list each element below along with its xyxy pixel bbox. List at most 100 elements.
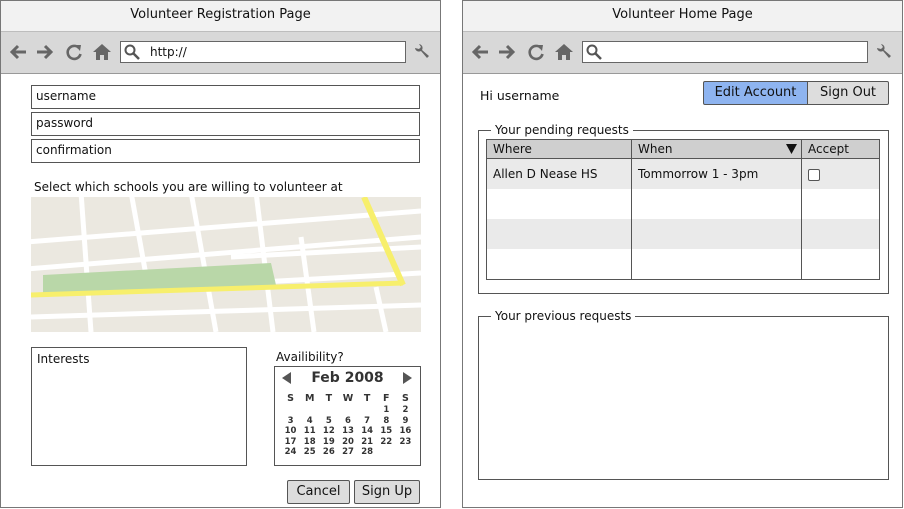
confirmation-field[interactable]: confirmation [31, 139, 420, 163]
window-title: Volunteer Registration Page [1, 1, 440, 32]
accept-checkbox[interactable] [808, 169, 820, 182]
home-icon[interactable] [92, 42, 112, 62]
column-header-accept[interactable]: Accept [801, 139, 880, 159]
forward-arrow-icon[interactable] [34, 42, 54, 62]
browser-toolbar [463, 32, 902, 74]
back-arrow-icon[interactable] [9, 42, 29, 62]
calendar-day[interactable]: 8 [377, 416, 396, 427]
sort-down-icon[interactable] [786, 144, 797, 154]
back-arrow-icon[interactable] [471, 42, 491, 62]
sign-up-button[interactable]: Sign Up [354, 480, 420, 504]
pending-requests-legend: Your pending requests [491, 123, 633, 137]
calendar-day[interactable]: 3 [281, 416, 300, 427]
calendar-day[interactable]: 27 [338, 447, 357, 458]
calendar-day[interactable]: 4 [300, 416, 319, 427]
weekday: W [342, 392, 354, 404]
wrench-icon[interactable] [874, 42, 894, 62]
url-text: http:// [150, 45, 187, 59]
cancel-button[interactable]: Cancel [287, 480, 350, 504]
registration-window: Volunteer Registration Page http:// user… [0, 0, 441, 508]
calendar-day[interactable] [338, 405, 357, 416]
calendar-day[interactable]: 1 [377, 405, 396, 416]
cell-when: Tommorrow 1 - 3pm [631, 158, 802, 189]
schools-map[interactable] [31, 197, 421, 332]
url-bar[interactable]: http:// [120, 41, 406, 63]
calendar-day[interactable]: 25 [300, 447, 319, 458]
previous-requests-legend: Your previous requests [491, 309, 636, 323]
calendar-header: Feb 2008 [275, 368, 420, 389]
calendar-day[interactable]: 26 [319, 447, 338, 458]
calendar-day[interactable]: 9 [396, 416, 415, 427]
calendar-day[interactable]: 24 [281, 447, 300, 458]
calendar-day[interactable] [281, 405, 300, 416]
home-window: Volunteer Home Page Hi username Edit Acc… [462, 0, 903, 508]
table-row[interactable] [486, 189, 880, 219]
forward-arrow-icon[interactable] [496, 42, 516, 62]
calendar-day[interactable]: 2 [396, 405, 415, 416]
calendar-day[interactable]: 22 [377, 437, 396, 448]
search-icon [586, 44, 602, 60]
window-title: Volunteer Home Page [463, 1, 902, 32]
column-header-when[interactable]: When [631, 139, 802, 159]
table-row[interactable] [486, 249, 880, 280]
calendar-day[interactable]: 10 [281, 426, 300, 437]
next-month-icon[interactable] [402, 372, 412, 384]
calendar-month: Feb 2008 [311, 370, 384, 386]
reload-icon[interactable] [64, 42, 84, 62]
calendar-day[interactable]: 11 [300, 426, 319, 437]
weekday: M [304, 392, 315, 404]
calendar-day[interactable]: 13 [338, 426, 357, 437]
weekday: S [402, 392, 409, 404]
calendar-day[interactable]: 15 [377, 426, 396, 437]
availability-calendar[interactable]: Feb 2008 S M T W T F S 1 2 3 4 5 6 7 8 9… [274, 366, 421, 466]
calendar-day[interactable] [358, 405, 377, 416]
calendar-day[interactable] [396, 447, 415, 458]
weekday: S [287, 392, 294, 404]
calendar-day[interactable]: 12 [319, 426, 338, 437]
calendar-day[interactable]: 17 [281, 437, 300, 448]
calendar-day[interactable]: 20 [338, 437, 357, 448]
calendar-day[interactable] [300, 405, 319, 416]
username-field[interactable]: username [31, 85, 420, 109]
sign-out-button[interactable]: Sign Out [807, 81, 889, 105]
weekday: T [325, 392, 333, 404]
calendar-day[interactable]: 6 [338, 416, 357, 427]
column-header-where[interactable]: Where [486, 139, 632, 159]
url-bar[interactable] [582, 41, 868, 63]
cell-where: Allen D Nease HS [486, 158, 632, 189]
calendar-day[interactable] [319, 405, 338, 416]
reload-icon[interactable] [526, 42, 546, 62]
table-row[interactable]: Allen D Nease HS Tommorrow 1 - 3pm [486, 158, 880, 189]
previous-requests-group: Your previous requests [478, 309, 889, 480]
availability-label: Availibility? [276, 350, 344, 364]
column-header-when-label: When [638, 142, 673, 156]
browser-toolbar: http:// [1, 32, 440, 74]
calendar-day[interactable]: 19 [319, 437, 338, 448]
calendar-grid: S M T W T F S 1 2 3 4 5 6 7 8 9 10 11 12… [281, 392, 415, 458]
calendar-day[interactable]: 16 [396, 426, 415, 437]
calendar-day[interactable]: 5 [319, 416, 338, 427]
edit-account-button[interactable]: Edit Account [703, 81, 808, 105]
calendar-day[interactable]: 28 [358, 447, 377, 458]
calendar-day[interactable]: 23 [396, 437, 415, 448]
calendar-day[interactable]: 7 [358, 416, 377, 427]
prev-month-icon[interactable] [282, 372, 292, 384]
calendar-day[interactable]: 18 [300, 437, 319, 448]
schools-map-label: Select which schools you are willing to … [34, 180, 343, 194]
wrench-icon[interactable] [412, 42, 432, 62]
cell-accept [801, 158, 880, 189]
pending-requests-table: Where When Accept Allen D Nease HS Tommo… [486, 139, 880, 280]
password-field[interactable]: password [31, 112, 420, 136]
weekday: T [363, 392, 371, 404]
calendar-day[interactable]: 21 [358, 437, 377, 448]
home-icon[interactable] [554, 42, 574, 62]
greeting: Hi username [480, 88, 560, 103]
calendar-day[interactable]: 14 [358, 426, 377, 437]
table-row[interactable] [486, 219, 880, 249]
calendar-day[interactable] [377, 447, 396, 458]
search-icon [124, 44, 140, 60]
interests-box[interactable]: Interests [31, 347, 247, 466]
interests-label: Interests [37, 352, 90, 366]
table-header-row: Where When Accept [486, 139, 880, 159]
weekday: F [383, 392, 390, 404]
